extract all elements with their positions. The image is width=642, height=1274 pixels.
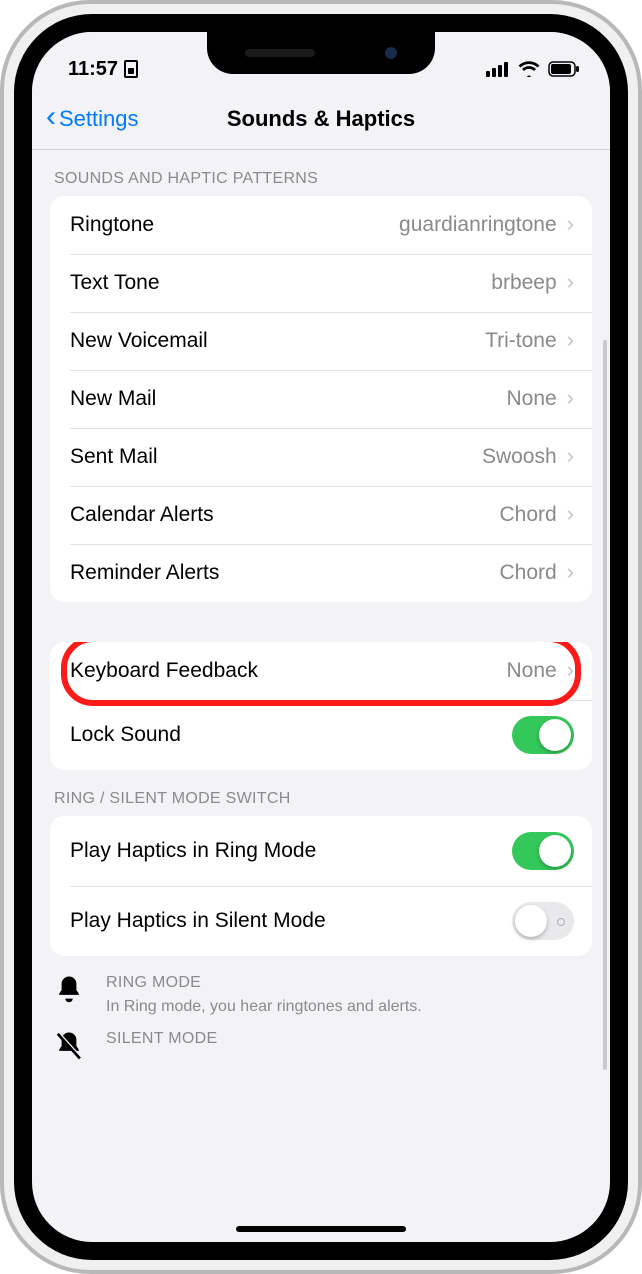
row-haptics-silent[interactable]: Play Haptics in Silent Mode <box>50 886 592 956</box>
row-label: Play Haptics in Silent Mode <box>70 909 512 933</box>
haptics-ring-toggle[interactable] <box>512 832 574 870</box>
info-title: RING MODE <box>106 974 422 992</box>
row-new-mail[interactable]: New Mail None › <box>50 370 592 428</box>
group-patterns: Ringtone guardianringtone › Text Tone br… <box>50 196 592 602</box>
row-value: None <box>506 387 556 411</box>
wifi-icon <box>518 61 540 77</box>
mute-switch <box>0 200 3 240</box>
battery-icon <box>548 61 580 77</box>
row-haptics-ring[interactable]: Play Haptics in Ring Mode <box>50 816 592 886</box>
row-label: New Mail <box>70 387 506 411</box>
group-feedback: Keyboard Feedback None › Lock Sound <box>50 642 592 770</box>
row-reminder-alerts[interactable]: Reminder Alerts Chord › <box>50 544 592 602</box>
row-value: brbeep <box>491 271 556 295</box>
row-value: Tri-tone <box>485 329 557 353</box>
phone-frame: 11:57 ‹ Settings Sounds & Haptics S <box>0 0 642 1274</box>
row-keyboard-feedback[interactable]: Keyboard Feedback None › <box>50 642 592 700</box>
chevron-right-icon: › <box>567 385 574 411</box>
row-label: Sent Mail <box>70 445 482 469</box>
home-indicator[interactable] <box>236 1226 406 1232</box>
row-value: None <box>506 659 556 683</box>
chevron-left-icon: ‹ <box>46 102 56 132</box>
chevron-right-icon: › <box>567 327 574 353</box>
status-time: 11:57 <box>68 58 118 81</box>
row-label: Play Haptics in Ring Mode <box>70 839 512 863</box>
chevron-right-icon: › <box>567 269 574 295</box>
row-value: Chord <box>499 503 556 527</box>
row-label: Text Tone <box>70 271 491 295</box>
row-label: Lock Sound <box>70 723 512 747</box>
notch <box>207 32 435 74</box>
nav-bar: ‹ Settings Sounds & Haptics <box>32 88 610 150</box>
volume-up-button <box>0 270 3 350</box>
row-value: guardianringtone <box>399 213 557 237</box>
cellular-icon <box>486 61 510 77</box>
page-title: Sounds & Haptics <box>227 106 415 132</box>
info-title: SILENT MODE <box>106 1030 217 1048</box>
chevron-right-icon: › <box>567 211 574 237</box>
back-label: Settings <box>59 106 139 132</box>
info-ring-mode: RING MODE In Ring mode, you hear rington… <box>32 956 610 1022</box>
screen: 11:57 ‹ Settings Sounds & Haptics S <box>32 32 610 1242</box>
info-body: In Ring mode, you hear ringtones and ale… <box>106 998 422 1016</box>
row-label: Reminder Alerts <box>70 561 499 585</box>
section-header-ringsilent: RING / SILENT MODE SWITCH <box>32 770 610 816</box>
lock-sound-toggle[interactable] <box>512 716 574 754</box>
row-value: Chord <box>499 561 556 585</box>
group-ringsilent: Play Haptics in Ring Mode Play Haptics i… <box>50 816 592 956</box>
section-header-patterns: SOUNDS AND HAPTIC PATTERNS <box>32 150 610 196</box>
row-label: Ringtone <box>70 213 399 237</box>
row-value: Swoosh <box>482 445 557 469</box>
chevron-right-icon: › <box>567 443 574 469</box>
bell-slash-icon <box>54 1030 88 1062</box>
row-label: Keyboard Feedback <box>70 659 506 683</box>
row-text-tone[interactable]: Text Tone brbeep › <box>50 254 592 312</box>
row-label: New Voicemail <box>70 329 485 353</box>
row-sent-mail[interactable]: Sent Mail Swoosh › <box>50 428 592 486</box>
scrollbar[interactable] <box>603 340 607 1070</box>
content-scroll[interactable]: SOUNDS AND HAPTIC PATTERNS Ringtone guar… <box>32 150 610 1242</box>
row-ringtone[interactable]: Ringtone guardianringtone › <box>50 196 592 254</box>
row-lock-sound[interactable]: Lock Sound <box>50 700 592 770</box>
haptics-silent-toggle[interactable] <box>512 902 574 940</box>
row-label: Calendar Alerts <box>70 503 499 527</box>
sim-icon <box>124 60 138 78</box>
bell-icon <box>54 974 88 1006</box>
back-button[interactable]: ‹ Settings <box>46 106 139 132</box>
volume-down-button <box>0 370 3 450</box>
chevron-right-icon: › <box>567 501 574 527</box>
chevron-right-icon: › <box>567 559 574 585</box>
row-calendar-alerts[interactable]: Calendar Alerts Chord › <box>50 486 592 544</box>
chevron-right-icon: › <box>567 657 574 683</box>
info-silent-mode: SILENT MODE <box>32 1022 610 1068</box>
row-new-voicemail[interactable]: New Voicemail Tri-tone › <box>50 312 592 370</box>
